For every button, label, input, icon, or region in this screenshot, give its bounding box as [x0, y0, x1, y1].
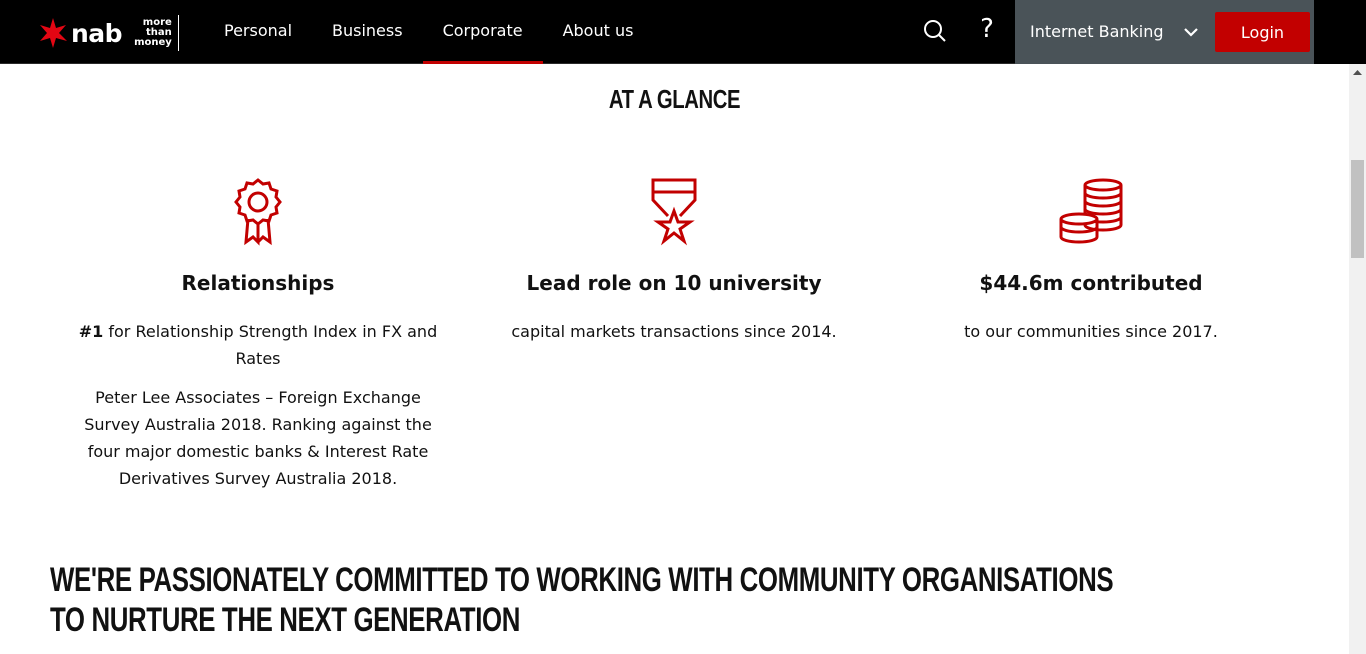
- award-ribbon-icon: [234, 178, 282, 246]
- glance-text: #1 for Relationship Strength Index in FX…: [58, 318, 458, 372]
- header-fill: [1314, 0, 1366, 64]
- glance-heading: $44.6m contributed: [979, 271, 1203, 295]
- chevron-down-icon[interactable]: [1183, 24, 1199, 40]
- glance-rank: #1: [78, 322, 104, 341]
- nav-item-business[interactable]: Business: [312, 0, 423, 64]
- star-logo-icon: [40, 18, 67, 48]
- glance-column-relationships: Relationships #1 for Relationship Streng…: [58, 175, 458, 492]
- glance-column-contributed: $44.6m contributed to our communities si…: [891, 175, 1291, 345]
- nav-item-personal[interactable]: Personal: [204, 0, 312, 64]
- community-heading: WE'RE PASSIONATELY COMMITTED TO WORKING …: [50, 561, 1114, 639]
- section-title: AT A GLANCE: [608, 84, 741, 114]
- glance-text: to our communities since 2017.: [964, 322, 1218, 341]
- page-scrollbar[interactable]: [1349, 64, 1366, 654]
- glance-heading: Relationships: [181, 271, 335, 295]
- scroll-up-arrow-icon[interactable]: [1349, 66, 1366, 80]
- glance-column-university: Lead role on 10 university capital marke…: [474, 175, 874, 345]
- tagline-line: money: [134, 37, 172, 48]
- main-nav: Personal Business Corporate About us: [204, 0, 653, 64]
- nav-item-corporate[interactable]: Corporate: [422, 0, 543, 64]
- glance-text-body: for Relationship Strength Index in FX an…: [103, 322, 438, 368]
- search-icon[interactable]: [920, 16, 950, 46]
- brand-tagline: more than money: [134, 15, 179, 51]
- nab-logo[interactable]: nab more than money: [37, 14, 179, 52]
- top-navigation-bar: nab more than money Personal Business Co…: [0, 0, 1366, 64]
- scroll-thumb[interactable]: [1351, 160, 1364, 258]
- login-button[interactable]: Login: [1215, 12, 1310, 52]
- internet-banking-area: Internet Banking Login: [1015, 0, 1314, 64]
- glance-footnote: Peter Lee Associates – Foreign Exchange …: [84, 388, 432, 488]
- coin-stacks-icon: [1059, 178, 1123, 244]
- nav-item-about-us[interactable]: About us: [543, 0, 654, 64]
- question-icon[interactable]: ?: [972, 14, 1002, 44]
- glance-text: capital markets transactions since 2014.: [511, 322, 837, 341]
- glance-heading: Lead role on 10 university: [526, 271, 822, 295]
- brand-name: nab: [71, 18, 123, 48]
- internet-banking-dropdown[interactable]: Internet Banking: [1030, 0, 1164, 64]
- medal-star-icon: [651, 178, 697, 246]
